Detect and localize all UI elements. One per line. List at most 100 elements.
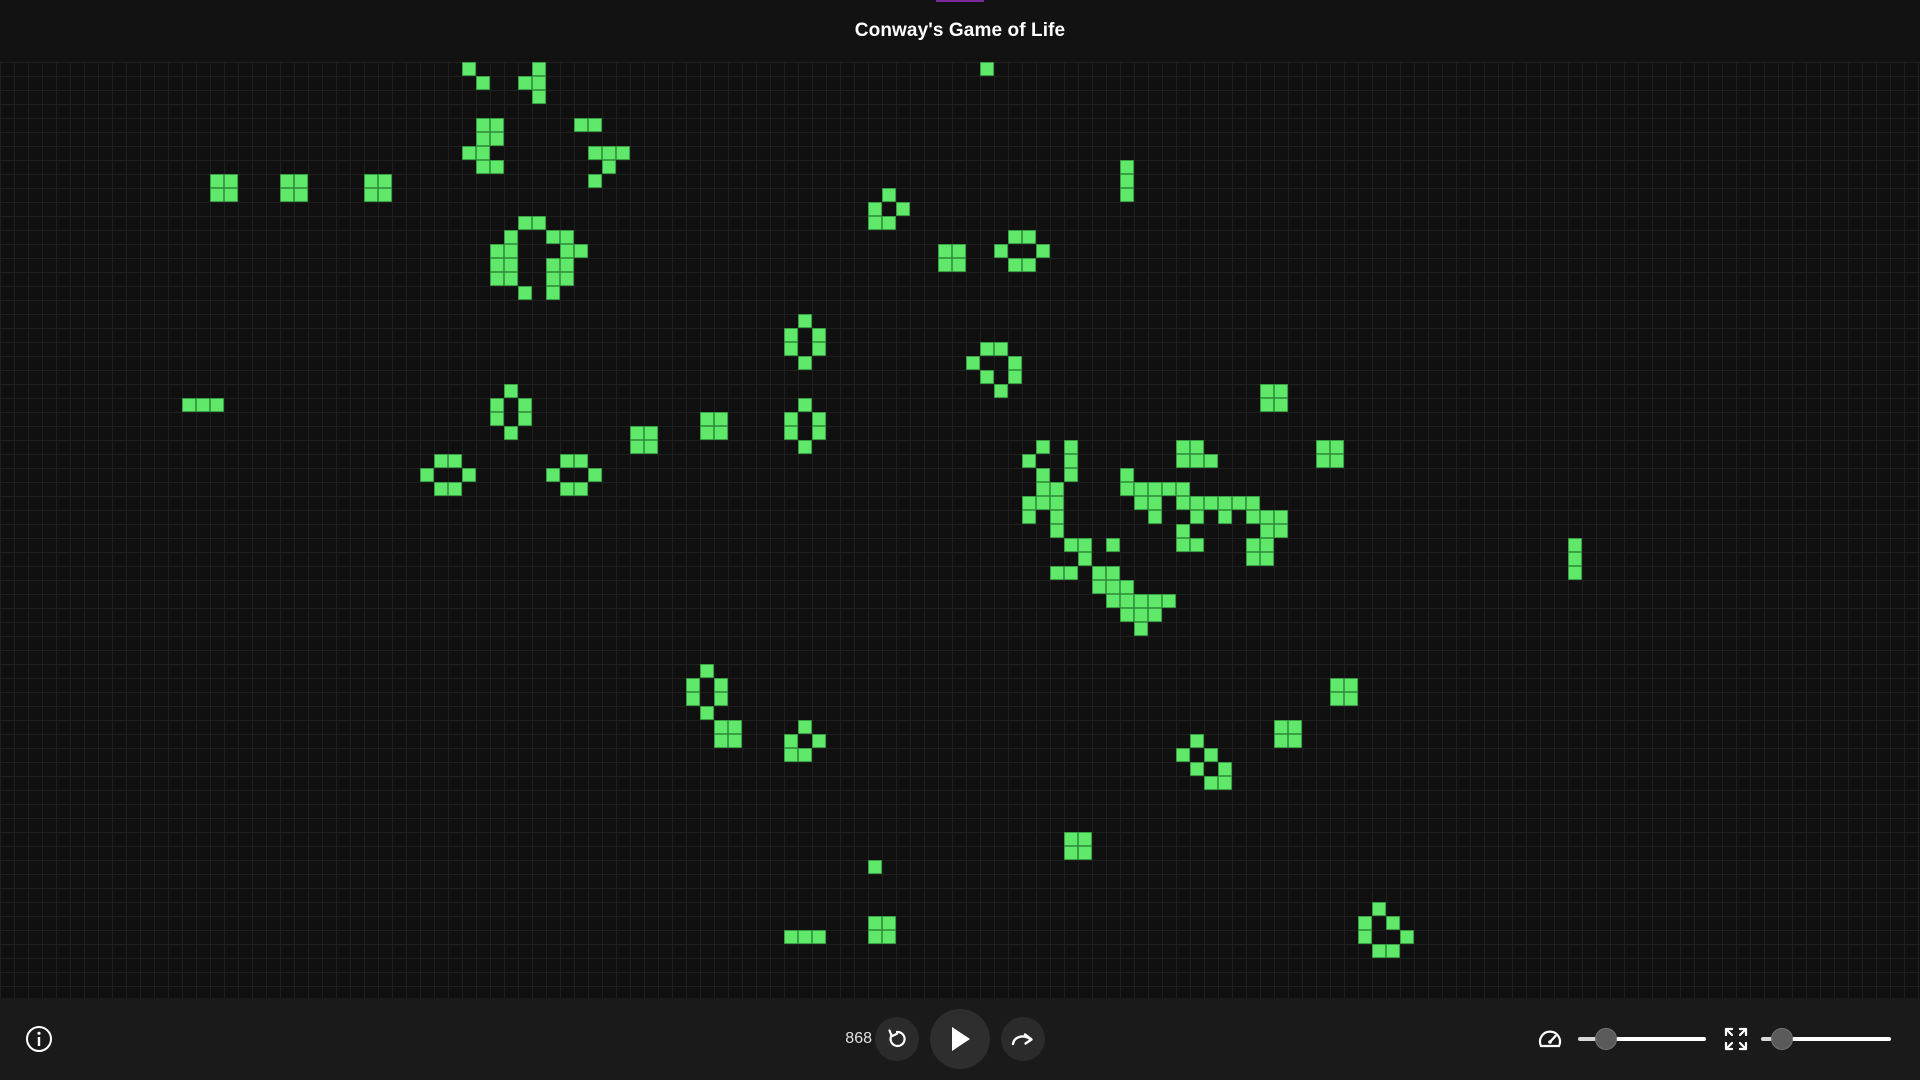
- live-cell[interactable]: [1260, 510, 1274, 524]
- live-cell[interactable]: [588, 146, 602, 160]
- live-cell[interactable]: [714, 720, 728, 734]
- live-cell[interactable]: [1260, 524, 1274, 538]
- live-cell[interactable]: [546, 286, 560, 300]
- live-cell[interactable]: [1162, 594, 1176, 608]
- live-cell[interactable]: [1092, 580, 1106, 594]
- live-cell[interactable]: [1372, 944, 1386, 958]
- live-cell[interactable]: [476, 76, 490, 90]
- live-cell[interactable]: [1022, 496, 1036, 510]
- live-cell[interactable]: [1330, 440, 1344, 454]
- live-cell[interactable]: [1036, 244, 1050, 258]
- live-cell[interactable]: [952, 258, 966, 272]
- live-cell[interactable]: [224, 188, 238, 202]
- live-cell[interactable]: [1190, 440, 1204, 454]
- live-cell[interactable]: [798, 930, 812, 944]
- live-cell[interactable]: [1106, 538, 1120, 552]
- live-cell[interactable]: [812, 342, 826, 356]
- live-cell[interactable]: [210, 174, 224, 188]
- live-cell[interactable]: [700, 664, 714, 678]
- live-cell[interactable]: [1120, 174, 1134, 188]
- live-cell[interactable]: [1162, 482, 1176, 496]
- live-cell[interactable]: [1134, 594, 1148, 608]
- live-cell[interactable]: [490, 244, 504, 258]
- live-cell[interactable]: [994, 244, 1008, 258]
- live-cell[interactable]: [700, 706, 714, 720]
- live-cell[interactable]: [1008, 230, 1022, 244]
- live-cell[interactable]: [1400, 930, 1414, 944]
- live-cell[interactable]: [462, 146, 476, 160]
- live-cell[interactable]: [490, 412, 504, 426]
- live-cell[interactable]: [868, 202, 882, 216]
- live-cell[interactable]: [490, 118, 504, 132]
- live-cell[interactable]: [560, 230, 574, 244]
- live-cell[interactable]: [182, 398, 196, 412]
- live-cell[interactable]: [1190, 762, 1204, 776]
- speed-button[interactable]: [1537, 1027, 1563, 1051]
- live-cell[interactable]: [1176, 748, 1190, 762]
- live-cell[interactable]: [588, 468, 602, 482]
- live-cell[interactable]: [1190, 496, 1204, 510]
- live-cell[interactable]: [196, 398, 210, 412]
- live-cell[interactable]: [994, 384, 1008, 398]
- live-cell[interactable]: [1134, 482, 1148, 496]
- live-cell[interactable]: [210, 398, 224, 412]
- live-cell[interactable]: [1330, 678, 1344, 692]
- live-cell[interactable]: [1204, 776, 1218, 790]
- live-cell[interactable]: [574, 244, 588, 258]
- live-cell[interactable]: [882, 916, 896, 930]
- live-cell[interactable]: [1568, 538, 1582, 552]
- fullscreen-button[interactable]: [1723, 1026, 1749, 1052]
- live-cell[interactable]: [1176, 538, 1190, 552]
- live-cell[interactable]: [1022, 510, 1036, 524]
- live-cell[interactable]: [364, 174, 378, 188]
- live-cell[interactable]: [1064, 538, 1078, 552]
- live-cell[interactable]: [602, 160, 616, 174]
- live-cell[interactable]: [1246, 496, 1260, 510]
- live-cell[interactable]: [1008, 258, 1022, 272]
- info-button[interactable]: [25, 1025, 53, 1053]
- live-cell[interactable]: [1274, 398, 1288, 412]
- live-cell[interactable]: [560, 482, 574, 496]
- live-cell[interactable]: [868, 930, 882, 944]
- live-cell[interactable]: [882, 930, 896, 944]
- live-cell[interactable]: [784, 412, 798, 426]
- live-cell[interactable]: [1078, 538, 1092, 552]
- live-cell[interactable]: [1148, 482, 1162, 496]
- live-cell[interactable]: [1204, 454, 1218, 468]
- live-cell[interactable]: [1064, 468, 1078, 482]
- live-cell[interactable]: [1120, 594, 1134, 608]
- live-cell[interactable]: [784, 748, 798, 762]
- live-cell[interactable]: [882, 188, 896, 202]
- live-cell[interactable]: [798, 398, 812, 412]
- live-cell[interactable]: [602, 146, 616, 160]
- live-cell[interactable]: [1176, 524, 1190, 538]
- live-cell[interactable]: [1064, 846, 1078, 860]
- live-cell[interactable]: [1120, 482, 1134, 496]
- live-cell[interactable]: [966, 356, 980, 370]
- play-button[interactable]: [930, 1009, 990, 1069]
- live-cell[interactable]: [294, 188, 308, 202]
- live-cell[interactable]: [210, 188, 224, 202]
- live-cell[interactable]: [1148, 496, 1162, 510]
- live-cell[interactable]: [938, 244, 952, 258]
- live-cell[interactable]: [1134, 622, 1148, 636]
- live-cell[interactable]: [504, 384, 518, 398]
- live-cell[interactable]: [1204, 496, 1218, 510]
- live-cell[interactable]: [364, 188, 378, 202]
- live-cell[interactable]: [1064, 566, 1078, 580]
- live-cell[interactable]: [1106, 580, 1120, 594]
- live-cell[interactable]: [980, 62, 994, 76]
- live-cell[interactable]: [1288, 734, 1302, 748]
- live-cell[interactable]: [1120, 580, 1134, 594]
- live-cell[interactable]: [784, 342, 798, 356]
- live-cell[interactable]: [1022, 454, 1036, 468]
- live-cell[interactable]: [868, 216, 882, 230]
- live-cell[interactable]: [462, 62, 476, 76]
- live-cell[interactable]: [504, 244, 518, 258]
- live-cell[interactable]: [1148, 510, 1162, 524]
- live-cell[interactable]: [798, 748, 812, 762]
- live-cell[interactable]: [896, 202, 910, 216]
- live-cell[interactable]: [294, 174, 308, 188]
- live-cell[interactable]: [1176, 454, 1190, 468]
- live-cell[interactable]: [1092, 566, 1106, 580]
